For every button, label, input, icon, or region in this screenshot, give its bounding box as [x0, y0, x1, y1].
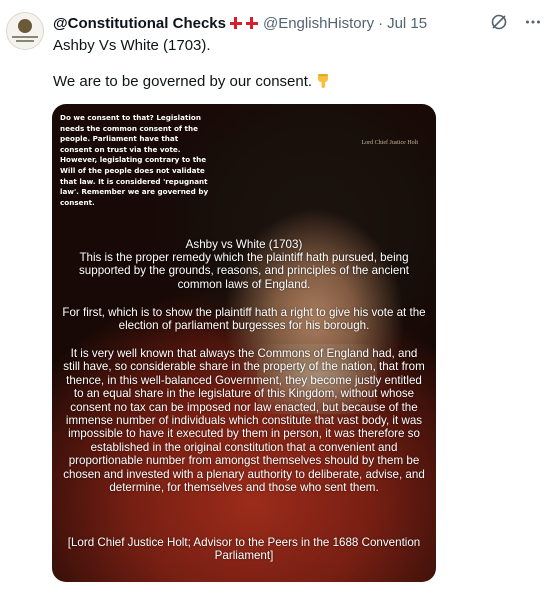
quote-paragraph-2: For first, which is to show the plaintif… [62, 306, 426, 333]
quote-paragraph-3: It is very well known that always the Co… [63, 347, 425, 495]
more-icon[interactable] [523, 12, 543, 32]
tweet-date[interactable]: Jul 15 [387, 15, 427, 32]
tweet: @Constitutional Checks @EnglishHistory ·… [0, 0, 553, 595]
tweet-media-image[interactable]: Lord Chief Justice Holt Do we consent to… [52, 104, 436, 582]
user-handle[interactable]: @EnglishHistory [263, 15, 374, 32]
overlay-note: Do we consent to that? Legislation needs… [60, 113, 209, 207]
tweet-actions-top [489, 12, 543, 32]
england-flag-icon [244, 16, 259, 30]
portrait-signature: Lord Chief Justice Holt [361, 140, 419, 146]
tweet-header: @Constitutional Checks @EnglishHistory ·… [53, 13, 427, 33]
tweet-text-line-2: We are to be governed by our consent. [53, 73, 330, 90]
quote-title: Ashby vs White (1703) [185, 238, 303, 251]
backhand-index-pointing-down-emoji [316, 73, 330, 89]
england-flag-icon [228, 16, 243, 30]
grok-icon[interactable] [489, 12, 509, 32]
tweet-text: We are to be governed by our consent. [53, 73, 313, 90]
quote-paragraph-1: This is the proper remedy which the plai… [79, 251, 409, 291]
avatar[interactable] [6, 12, 44, 50]
separator: · [378, 14, 384, 32]
flag-group [228, 16, 259, 30]
crest-icon [18, 19, 32, 33]
quote-attribution: [Lord Chief Justice Holt; Advisor to the… [67, 536, 421, 563]
tweet-text-line-1: Ashby Vs White (1703). [53, 37, 211, 54]
display-name[interactable]: @Constitutional Checks [53, 15, 226, 32]
